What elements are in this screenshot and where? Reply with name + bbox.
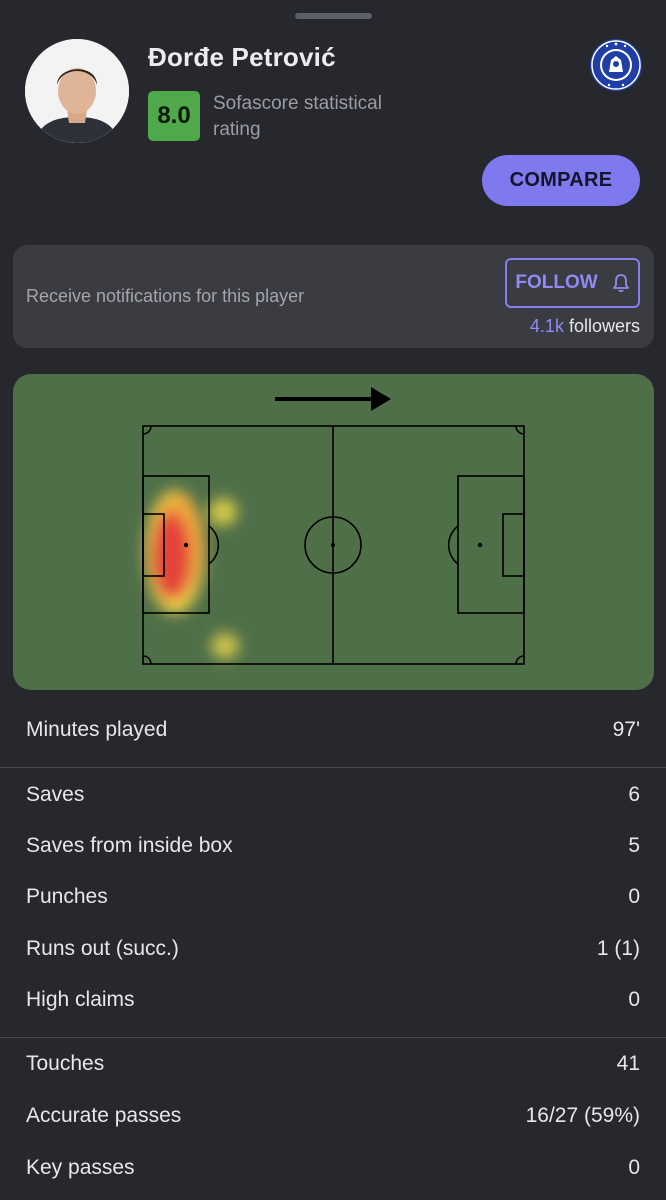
stat-label: Runs out (succ.) — [26, 937, 179, 960]
stat-value: 0 — [628, 1156, 640, 1179]
stat-value: 0 — [628, 885, 640, 908]
stat-row-accurate-passes: Accurate passes 16/27 (59%) — [0, 1096, 666, 1136]
rating-badge: 8.0 — [148, 91, 200, 141]
player-sheet: Đorđe Petrović 8.0 Sofascore statistical… — [0, 0, 666, 1200]
player-name: Đorđe Petrović — [148, 42, 336, 72]
bell-icon — [612, 274, 629, 293]
stat-row-saves-inside-box: Saves from inside box 5 — [0, 826, 666, 866]
stat-label: Saves from inside box — [26, 834, 233, 857]
attack-direction-arrow-icon — [275, 387, 391, 411]
stat-row-key-passes: Key passes 0 — [0, 1148, 666, 1188]
stat-value: 6 — [628, 783, 640, 806]
divider — [0, 1037, 666, 1038]
player-photo-icon — [25, 39, 129, 143]
stat-label: Touches — [26, 1052, 105, 1075]
divider — [0, 767, 666, 768]
heat-zones — [145, 490, 239, 659]
stat-row-punches: Punches 0 — [0, 877, 666, 917]
stat-row-saves: Saves 6 — [0, 775, 666, 815]
follow-prompt: Receive notifications for this player — [26, 286, 305, 306]
rating-label: Sofascore statistical rating — [213, 93, 382, 140]
heatmap-card — [13, 374, 654, 690]
stat-row-touches: Touches 41 — [0, 1044, 666, 1084]
stat-row-runs-out: Runs out (succ.) 1 (1) — [0, 929, 666, 969]
followers-word: followers — [568, 316, 640, 336]
followers-number: 4.1k — [529, 316, 564, 336]
follow-button[interactable]: FOLLOW — [505, 258, 640, 308]
stat-value: 16/27 (59%) — [525, 1104, 640, 1127]
stat-value: 97' — [612, 718, 640, 741]
club-logo-icon[interactable] — [589, 38, 643, 92]
stat-row-minutes: Minutes played 97' — [0, 710, 666, 750]
follow-button-label: FOLLOW — [515, 272, 598, 293]
drag-handle[interactable] — [295, 13, 372, 19]
stat-value: 1 (1) — [596, 937, 640, 960]
stat-label: Key passes — [26, 1156, 135, 1179]
followers-count: 4.1k followers — [530, 316, 640, 337]
stat-value: 41 — [616, 1052, 640, 1075]
stat-label: High claims — [26, 988, 135, 1011]
stat-value: 5 — [628, 834, 640, 857]
stat-label: Minutes played — [26, 718, 168, 741]
stat-label: Saves — [26, 783, 85, 806]
compare-button[interactable]: COMPARE — [482, 155, 640, 206]
follow-card: Receive notifications for this player FO… — [13, 245, 654, 348]
stat-label: Punches — [26, 885, 108, 908]
stat-label: Accurate passes — [26, 1104, 182, 1127]
stat-row-high-claims: High claims 0 — [0, 980, 666, 1020]
player-avatar — [25, 39, 129, 143]
heatmap-pitch — [142, 387, 525, 665]
stat-value: 0 — [628, 988, 640, 1011]
